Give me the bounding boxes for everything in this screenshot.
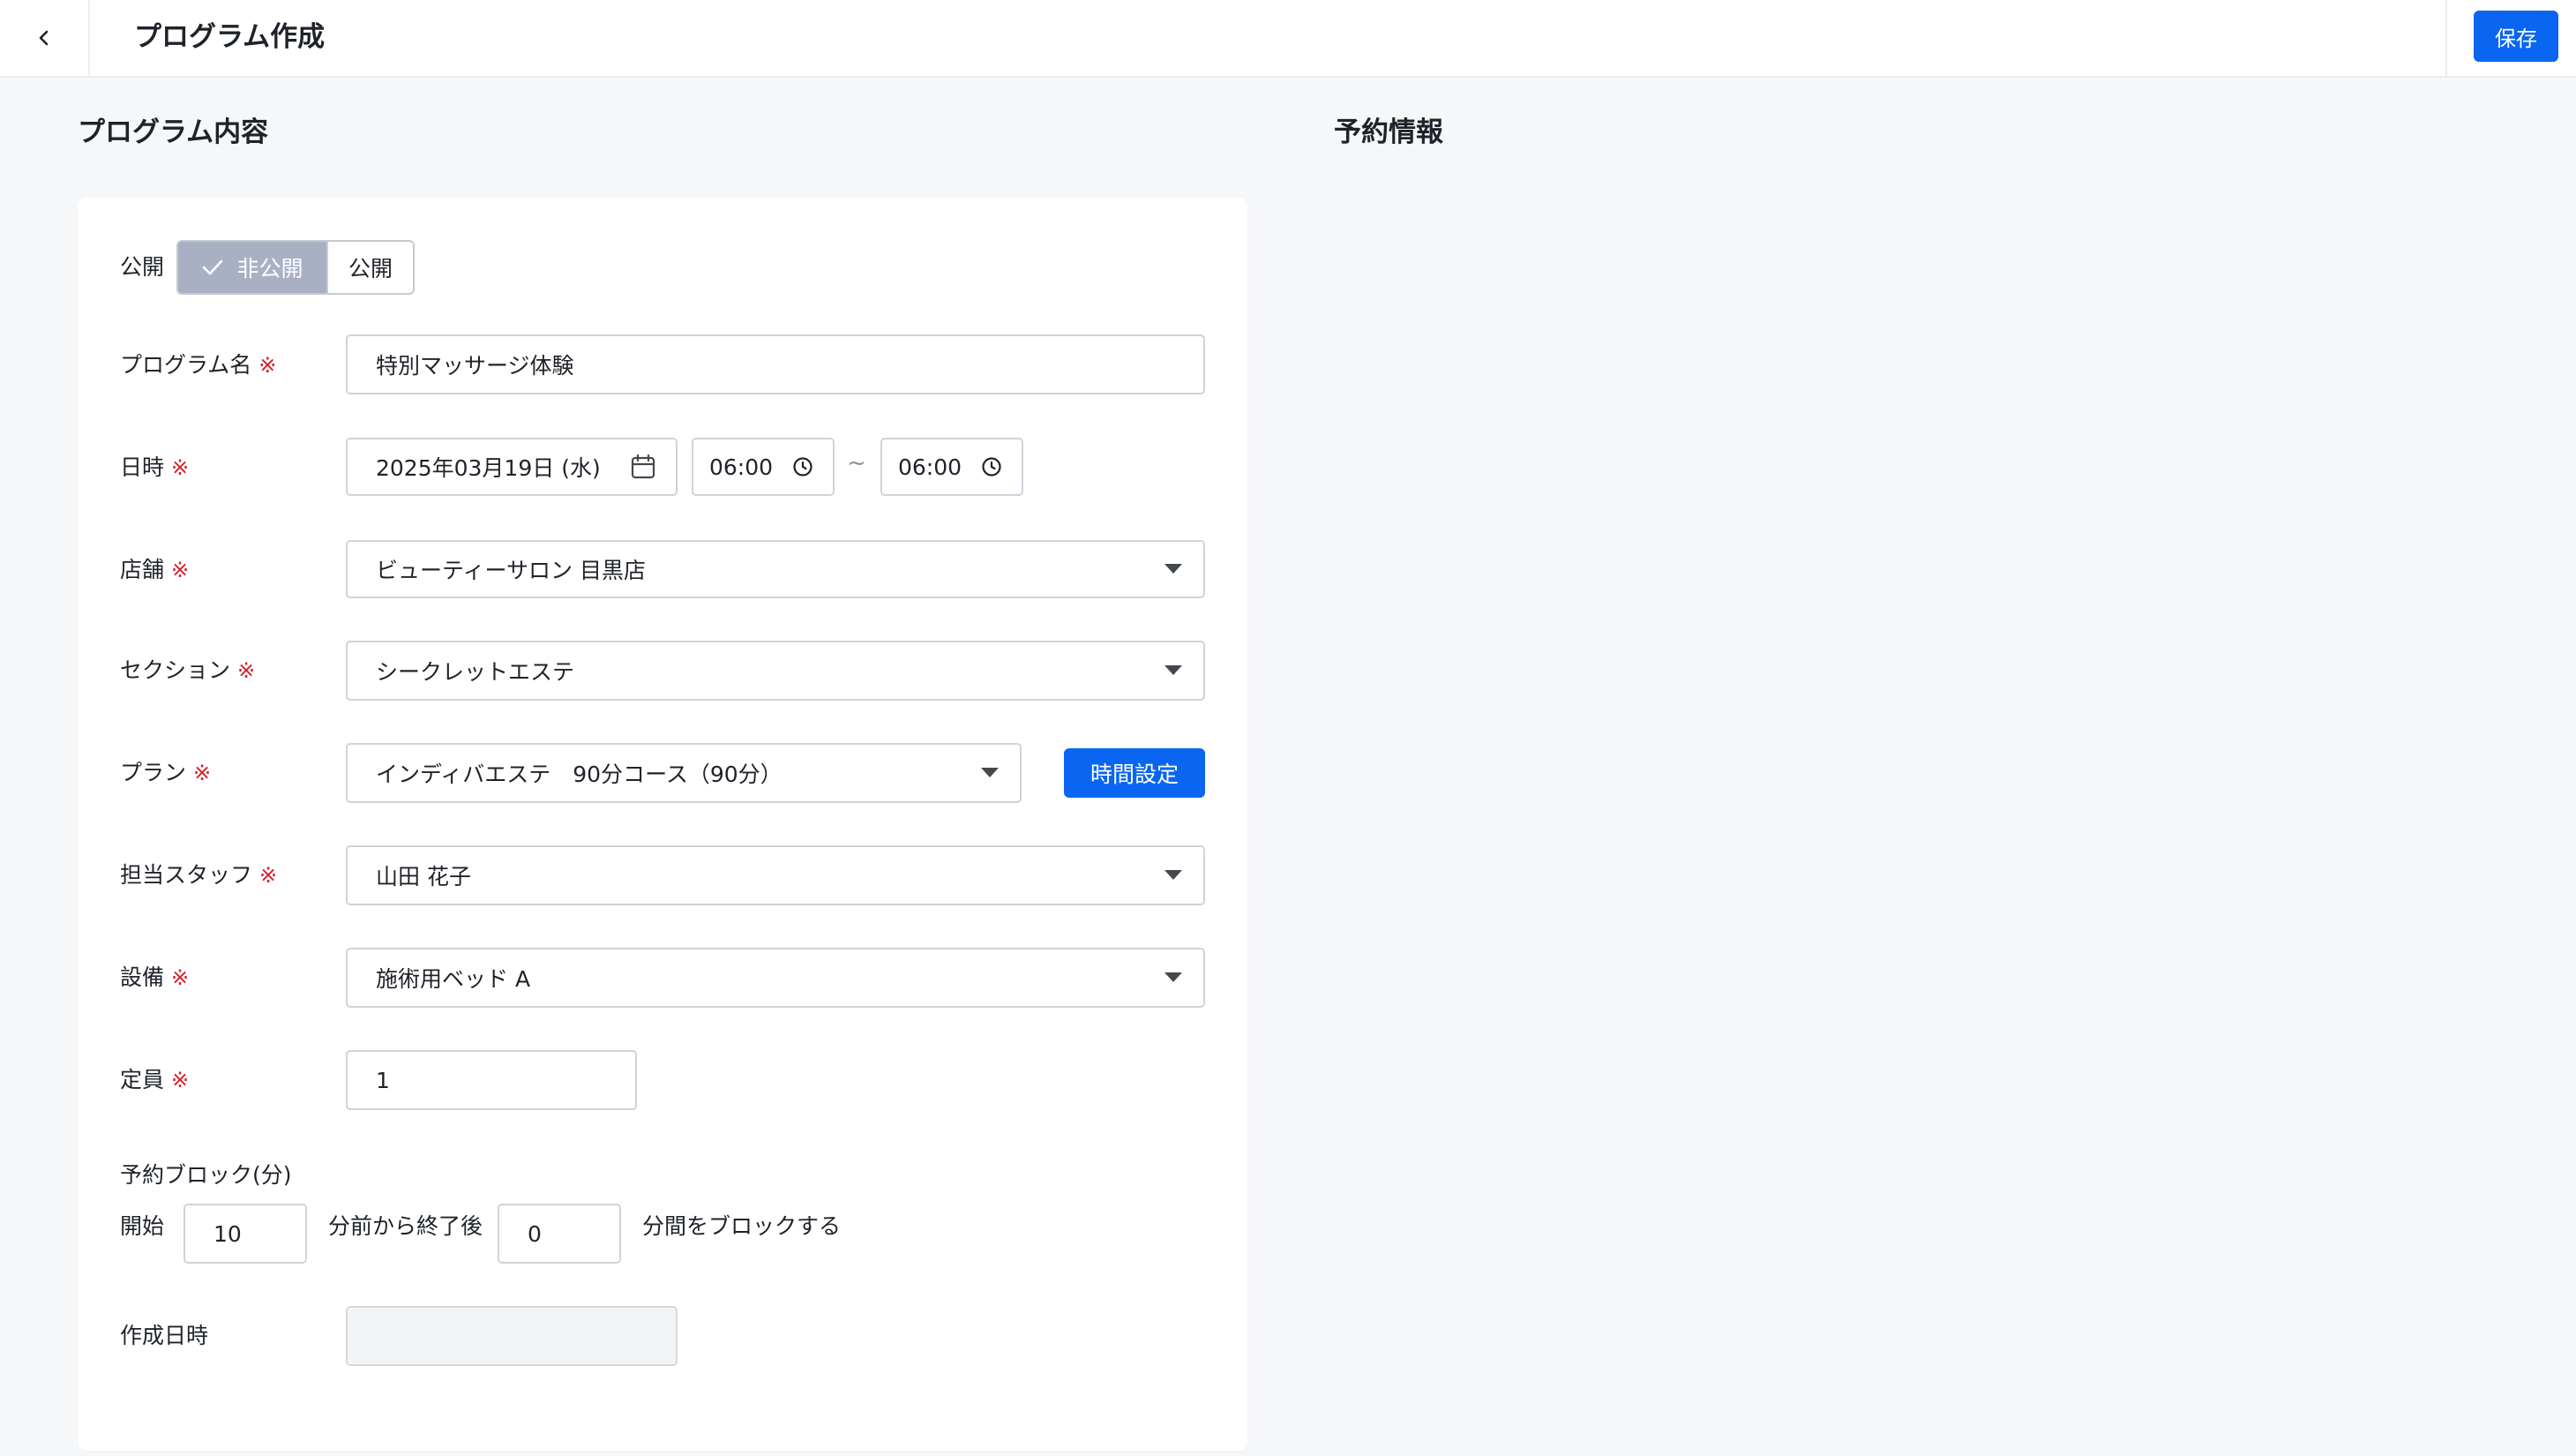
save-button[interactable]: 保存 [2474,11,2558,62]
block-after-input[interactable]: 0 [498,1204,621,1264]
required-mark: ※ [171,965,190,990]
visibility-private-label: 非公開 [236,256,303,281]
required-mark: ※ [171,1068,190,1092]
time-range-separator: ~ [847,450,866,477]
capacity-label: 定員 ※ [120,1067,190,1092]
block-before-input[interactable]: 10 [183,1204,307,1264]
save-area: 保存 [2445,0,2576,76]
reservation-block-label: 予約ブロック(分) [120,1162,292,1188]
required-mark: ※ [171,558,190,582]
visibility-public-label: 公開 [348,256,393,281]
required-mark: ※ [237,658,256,683]
plan-select[interactable]: インディバエステ 90分コース（90分） [346,743,1022,803]
required-mark: ※ [171,455,190,480]
page-title: プログラム作成 [134,21,326,53]
chevron-down-icon [1164,870,1182,880]
equipment-label: 設備 ※ [120,964,190,990]
clock-icon [982,457,1001,477]
required-mark: ※ [259,863,278,888]
clock-icon [793,457,812,477]
program-content-title: プログラム内容 [78,116,269,148]
time-setting-button[interactable]: 時間設定 [1064,748,1205,798]
plan-label: プラン ※ [120,760,212,785]
visibility-toggle: 非公開 公開 [176,240,415,295]
block-start-label: 開始 [120,1213,165,1239]
program-name-label: プログラム名 ※ [120,352,277,378]
block-middle-label: 分前から終了後 [328,1213,483,1239]
staff-select[interactable]: 山田 花子 [346,845,1205,905]
date-picker[interactable]: 2025年03月19日 (水) [346,438,678,496]
staff-label: 担当スタッフ ※ [120,862,278,888]
start-time-picker[interactable]: 06:00 [692,438,835,496]
section-select[interactable]: シークレットエステ [346,641,1205,701]
chevron-down-icon [1164,665,1182,675]
chevron-down-icon [1164,972,1182,982]
visibility-public-option[interactable]: 公開 [326,242,413,293]
calendar-icon [631,454,655,479]
chevron-down-icon [1164,564,1182,574]
visibility-label: 公開 [120,254,165,280]
chevron-down-icon [981,768,999,777]
datetime-label: 日時 ※ [120,454,190,480]
block-end-label: 分間をブロックする [642,1213,842,1239]
store-select[interactable]: ビューティーサロン 目黒店 [346,540,1205,598]
program-name-input[interactable]: 特別マッサージ体験 [346,334,1205,394]
store-label: 店舗 ※ [120,557,190,582]
equipment-select[interactable]: 施術用ベッド A [346,948,1205,1008]
top-bar: プログラム作成 保存 [0,0,2576,78]
required-mark: ※ [193,761,212,785]
reservation-info-title: 予約情報 [1334,116,1443,148]
created-at-label: 作成日時 [120,1323,209,1348]
capacity-input[interactable]: 1 [346,1050,637,1110]
created-at-field [346,1306,678,1366]
section-label: セクション ※ [120,657,256,683]
program-form-card: 公開 非公開 公開 プログラム名 ※ 特別マッサージ体験 日時 ※ 2025年03月… [78,198,1247,1451]
back-button[interactable] [0,0,90,76]
check-icon [203,259,223,275]
required-mark: ※ [258,353,277,378]
end-time-picker[interactable]: 06:00 [880,438,1023,496]
chevron-left-icon [39,30,49,46]
visibility-private-option[interactable]: 非公開 [178,242,326,293]
